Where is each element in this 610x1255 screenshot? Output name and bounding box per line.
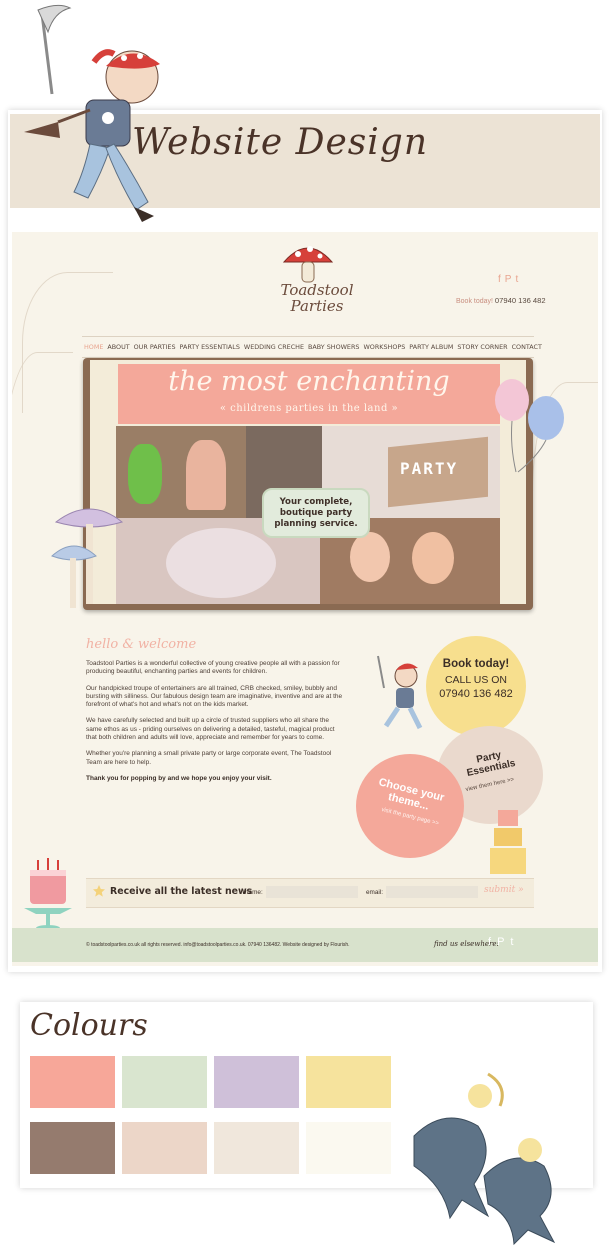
pirate-mascot-illustration [24, 4, 160, 222]
small-pirate-illustration [377, 655, 423, 730]
intro-paragraph: Our handpicked troupe of entertainers ar… [86, 684, 343, 709]
booking-prompt: Book today! [456, 298, 493, 305]
footer-copyright: © toadstoolparties.co.uk all rights rese… [86, 942, 350, 948]
nav-item-workshops[interactable]: WORKSHOPS [361, 343, 407, 351]
intro-closing: Thank you for popping by and we hope you… [86, 774, 272, 782]
colour-swatch-brown [30, 1122, 115, 1174]
twitter-icon[interactable]: t [510, 936, 519, 948]
mermaids-illustration [413, 1072, 556, 1246]
newsletter-email-input[interactable] [386, 886, 478, 898]
logo-line-2: Parties [290, 297, 344, 315]
pinterest-icon[interactable]: P [497, 936, 510, 948]
party-box-label: PARTY [400, 459, 459, 478]
colour-swatch-cream [214, 1122, 299, 1174]
book-circle-title: Book today! [442, 658, 510, 670]
pinterest-icon[interactable]: P [505, 274, 516, 285]
colour-swatch-mint [122, 1056, 207, 1108]
mushrooms-illustration [51, 508, 124, 608]
balloons-illustration [495, 379, 564, 473]
hero-badge: Your complete, boutique party planning s… [262, 488, 370, 538]
newsletter-heading: Receive all the latest news [110, 886, 253, 897]
colour-swatch-peach [122, 1122, 207, 1174]
colour-swatch-coral [30, 1056, 115, 1108]
book-circle-call: CALL US ON [444, 674, 508, 686]
nav-item-baby-showers[interactable]: BABY SHOWERS [306, 343, 361, 351]
nav-item-story-corner[interactable]: STORY CORNER [455, 343, 509, 351]
intro-copy: Toadstool Parties is a wonderful collect… [86, 660, 344, 791]
nav-item-contact[interactable]: CONTACT [510, 343, 544, 351]
book-circle-phone[interactable]: 07940 136 482 [426, 688, 526, 700]
facebook-icon[interactable]: f [488, 936, 497, 948]
nav-item-home[interactable]: HOME [82, 343, 105, 351]
colour-swatch-yellow [306, 1056, 391, 1108]
header-social-links: fPt [498, 274, 522, 285]
header-booking: Book today! 07940 136 482 [456, 296, 546, 305]
toadstool-logo-icon [282, 246, 334, 283]
newsletter-submit-button[interactable]: submit » [484, 885, 524, 895]
intro-paragraph: Whether you're planning a small private … [86, 750, 332, 766]
newsletter-email-label: email: [366, 889, 384, 896]
logo-wordmark[interactable]: Toadstool Parties [272, 282, 362, 314]
colour-swatch-ivory [306, 1122, 391, 1174]
nav-item-party-album[interactable]: PARTY ALBUM [407, 343, 455, 351]
newsletter-name-input[interactable] [266, 886, 358, 898]
star-icon [93, 885, 105, 897]
main-nav: HOME ABOUT OUR PARTIES PARTY ESSENTIALS … [82, 336, 542, 358]
nav-item-about[interactable]: ABOUT [105, 343, 131, 351]
birthday-cake-illustration [24, 858, 72, 931]
intro-title: hello & welcome [86, 637, 197, 652]
nav-item-our-parties[interactable]: OUR PARTIES [132, 343, 178, 351]
hero-headline: the most enchanting [168, 366, 450, 397]
footer-social-links: fPt [488, 936, 519, 948]
photo-girl-balloons [116, 426, 246, 518]
presents-illustration [490, 810, 526, 874]
booking-phone[interactable]: 07940 136 482 [495, 296, 546, 305]
nav-item-party-essentials[interactable]: PARTY ESSENTIALS [178, 343, 242, 351]
logo-line-1: Toadstool [280, 281, 354, 299]
colour-swatch-lavender [214, 1056, 299, 1108]
choose-theme-circle[interactable]: Choose your theme... visit the party pag… [356, 754, 464, 858]
book-today-circle[interactable]: Book today! CALL US ON 07940 136 482 [426, 636, 526, 736]
hero-subheadline: « childrens parties in the land » [219, 403, 399, 414]
newsletter-name-label: name: [245, 889, 263, 896]
twitter-icon[interactable]: t [515, 274, 522, 285]
colours-title: Colours [30, 1008, 148, 1043]
intro-paragraph: Toadstool Parties is a wonderful collect… [86, 660, 340, 676]
facebook-icon[interactable]: f [498, 274, 505, 285]
nav-item-wedding-creche[interactable]: WEDDING CRECHE [242, 343, 306, 351]
intro-paragraph: We have carefully selected and built up … [86, 717, 335, 742]
